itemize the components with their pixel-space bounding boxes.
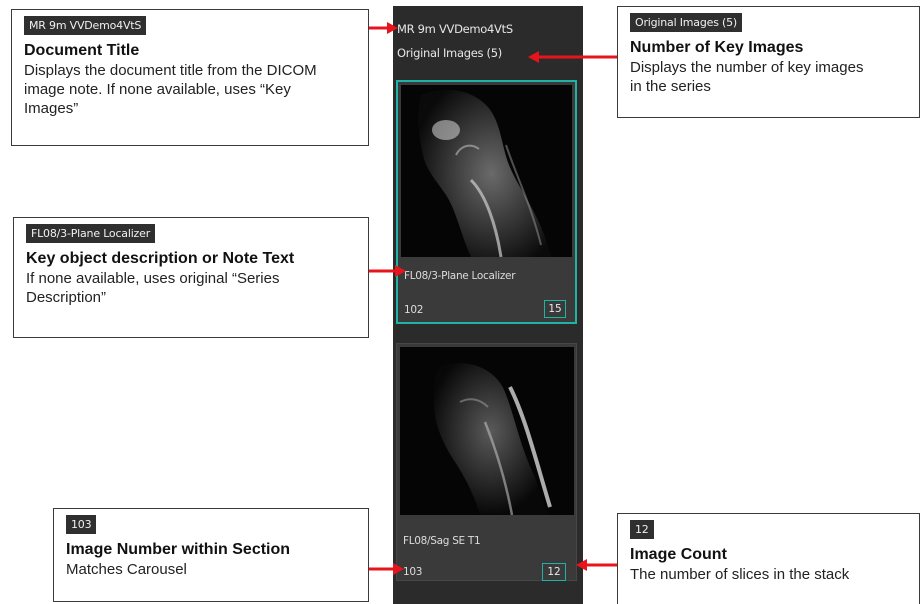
callout-heading: Number of Key Images (630, 39, 804, 56)
key-images-chip: Original Images (5) (630, 13, 742, 32)
callout-description: Matches Carousel (66, 561, 187, 578)
arrow-key-images (528, 51, 617, 63)
arrow-key-object (369, 265, 406, 277)
callout-key-images: Original Images (5) Number of Key Images… (617, 6, 920, 118)
mri-sagittal-image (400, 347, 574, 515)
series-description: FL08/Sag SE T1 (403, 535, 481, 547)
callout-description: Displays the document title from the DIC… (24, 62, 317, 117)
image-number: 102 (404, 304, 424, 316)
key-images-panel: MR 9m VVDemo4VtS Original Images (5) FL0… (393, 6, 583, 604)
key-object-chip: FL08/3-Plane Localizer (26, 224, 156, 243)
callout-heading: Image Count (630, 546, 727, 563)
callout-description: Displays the number of key images in the… (630, 59, 864, 95)
document-title: MR 9m VVDemo4VtS (397, 22, 513, 36)
series-thumbnail[interactable]: FL08/Sag SE T1 103 12 (396, 343, 577, 581)
series-description: FL08/3-Plane Localizer (404, 270, 516, 282)
arrow-image-count (576, 559, 617, 571)
callout-document-title: MR 9m VVDemo4VtS Document Title Displays… (11, 9, 369, 146)
callout-heading: Image Number within Section (66, 541, 291, 558)
callout-heading: Document Title (24, 42, 140, 59)
callout-key-object: FL08/3-Plane Localizer Key object descri… (13, 217, 369, 338)
mri-localizer-image (401, 85, 572, 257)
series-thumbnail[interactable]: FL08/3-Plane Localizer 102 15 (396, 80, 577, 324)
callout-heading: Key object description or Note Text (26, 250, 295, 267)
image-number: 103 (403, 566, 423, 578)
arrow-document-title (369, 22, 398, 34)
image-count-chip: 12 (630, 520, 654, 539)
image-number-chip: 103 (66, 515, 97, 534)
key-images-count: Original Images (5) (397, 46, 502, 60)
callout-description: If none available, uses original “Series… (26, 270, 280, 306)
callout-description: The number of slices in the stack (630, 566, 850, 583)
callout-image-count: 12 Image Count The number of slices in t… (617, 513, 920, 604)
image-count-badge: 12 (542, 563, 566, 581)
image-count-badge: 15 (544, 300, 566, 318)
arrow-image-number (369, 563, 404, 575)
callout-image-number: 103 Image Number within Section Matches … (53, 508, 369, 602)
document-title-chip: MR 9m VVDemo4VtS (24, 16, 147, 35)
